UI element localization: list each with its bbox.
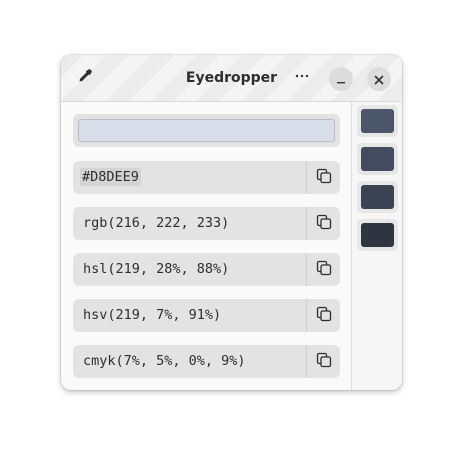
copy-icon	[316, 214, 332, 234]
rgb-row: rgb(216, 222, 233)	[73, 207, 340, 240]
copy-rgb-button[interactable]	[306, 207, 340, 240]
copy-hsl-button[interactable]	[306, 253, 340, 286]
eyedropper-icon	[77, 68, 93, 88]
hsv-value[interactable]: hsv(219, 7%, 91%)	[83, 299, 221, 332]
history-item[interactable]	[357, 219, 398, 251]
eyedropper-window: Eyedropper #D8DEE9 rgb(216, 222, 233) hs…	[61, 55, 402, 390]
minimize-button[interactable]	[329, 67, 353, 91]
history-item[interactable]	[357, 181, 398, 213]
main-menu-button[interactable]	[288, 64, 316, 92]
hex-value[interactable]: #D8DEE9	[80, 161, 141, 194]
cmyk-row: cmyk(7%, 5%, 0%, 9%)	[73, 345, 340, 378]
copy-icon	[316, 352, 332, 372]
ellipsis-icon	[294, 68, 310, 88]
copy-hsv-button[interactable]	[306, 299, 340, 332]
color-preview	[73, 114, 340, 147]
header-bar: Eyedropper	[61, 55, 402, 102]
copy-icon	[316, 168, 332, 188]
hsv-row: hsv(219, 7%, 91%)	[73, 299, 340, 332]
close-icon	[374, 70, 384, 89]
copy-hex-button[interactable]	[306, 161, 340, 194]
copy-icon	[316, 260, 332, 280]
history-sidebar	[351, 102, 402, 390]
pick-color-button[interactable]	[71, 64, 99, 92]
hsl-value[interactable]: hsl(219, 28%, 88%)	[83, 253, 229, 286]
history-swatch	[361, 223, 394, 247]
copy-icon	[316, 306, 332, 326]
close-button[interactable]	[367, 67, 391, 91]
hsl-row: hsl(219, 28%, 88%)	[73, 253, 340, 286]
copy-cmyk-button[interactable]	[306, 345, 340, 378]
color-preview-swatch	[78, 119, 335, 142]
minimize-icon	[336, 70, 346, 89]
hex-row: #D8DEE9	[73, 161, 340, 194]
main-panel: #D8DEE9 rgb(216, 222, 233) hsl(219, 28%,…	[61, 102, 351, 390]
history-swatch	[361, 109, 394, 133]
history-swatch	[361, 147, 394, 171]
history-swatch	[361, 185, 394, 209]
history-item[interactable]	[357, 105, 398, 137]
cmyk-value[interactable]: cmyk(7%, 5%, 0%, 9%)	[83, 345, 246, 378]
rgb-value[interactable]: rgb(216, 222, 233)	[83, 207, 229, 240]
history-item[interactable]	[357, 143, 398, 175]
